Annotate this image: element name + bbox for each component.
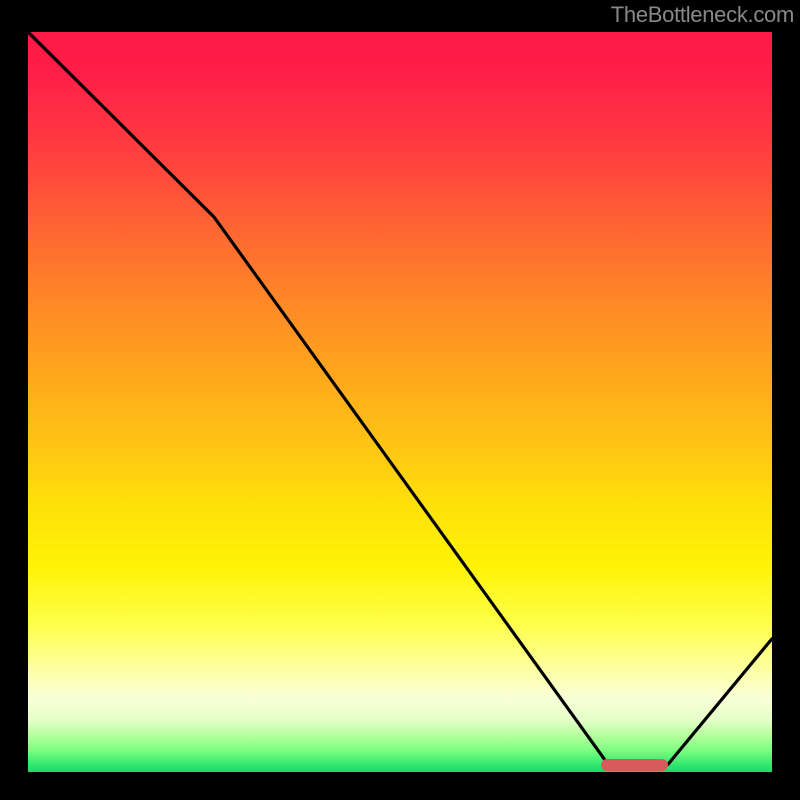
plot-area <box>24 28 776 776</box>
curve-path <box>28 32 772 765</box>
chart-curve <box>28 32 772 772</box>
optimal-range-marker <box>601 759 668 771</box>
watermark-text: TheBottleneck.com <box>611 2 794 28</box>
